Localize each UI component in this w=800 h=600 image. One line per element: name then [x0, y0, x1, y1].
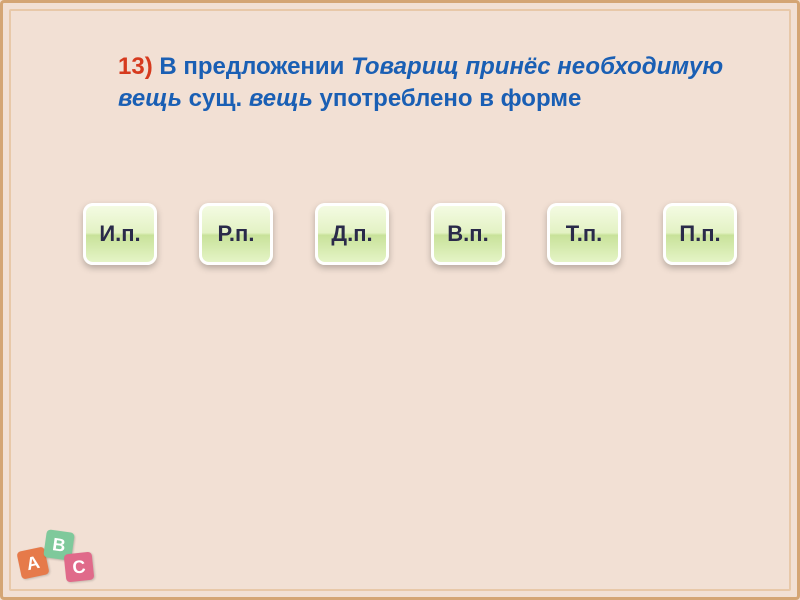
- question-part1: В предложении: [159, 53, 344, 80]
- option-label: Д.п.: [331, 221, 372, 247]
- question-part3: употреблено в форме: [320, 85, 582, 112]
- abc-blocks-icon: A B C: [17, 523, 97, 585]
- option-label: Р.п.: [218, 221, 255, 247]
- question-part2: сущ.: [189, 85, 243, 112]
- option-label: В.п.: [447, 221, 488, 247]
- block-c-icon: C: [64, 552, 95, 583]
- option-genitive[interactable]: Р.п.: [199, 203, 273, 265]
- option-label: П.п.: [679, 221, 720, 247]
- option-nominative[interactable]: И.п.: [83, 203, 157, 265]
- option-dative[interactable]: Д.п.: [315, 203, 389, 265]
- option-accusative[interactable]: В.п.: [431, 203, 505, 265]
- option-instrumental[interactable]: Т.п.: [547, 203, 621, 265]
- option-label: Т.п.: [566, 221, 602, 247]
- options-row: И.п. Р.п. Д.п. В.п. Т.п. П.п.: [83, 203, 737, 265]
- question-text: 13) В предложении Товарищ принёс необход…: [118, 51, 737, 116]
- option-prepositional[interactable]: П.п.: [663, 203, 737, 265]
- option-label: И.п.: [99, 221, 140, 247]
- question-noun: вещь: [249, 85, 313, 112]
- question-number: 13): [118, 53, 153, 80]
